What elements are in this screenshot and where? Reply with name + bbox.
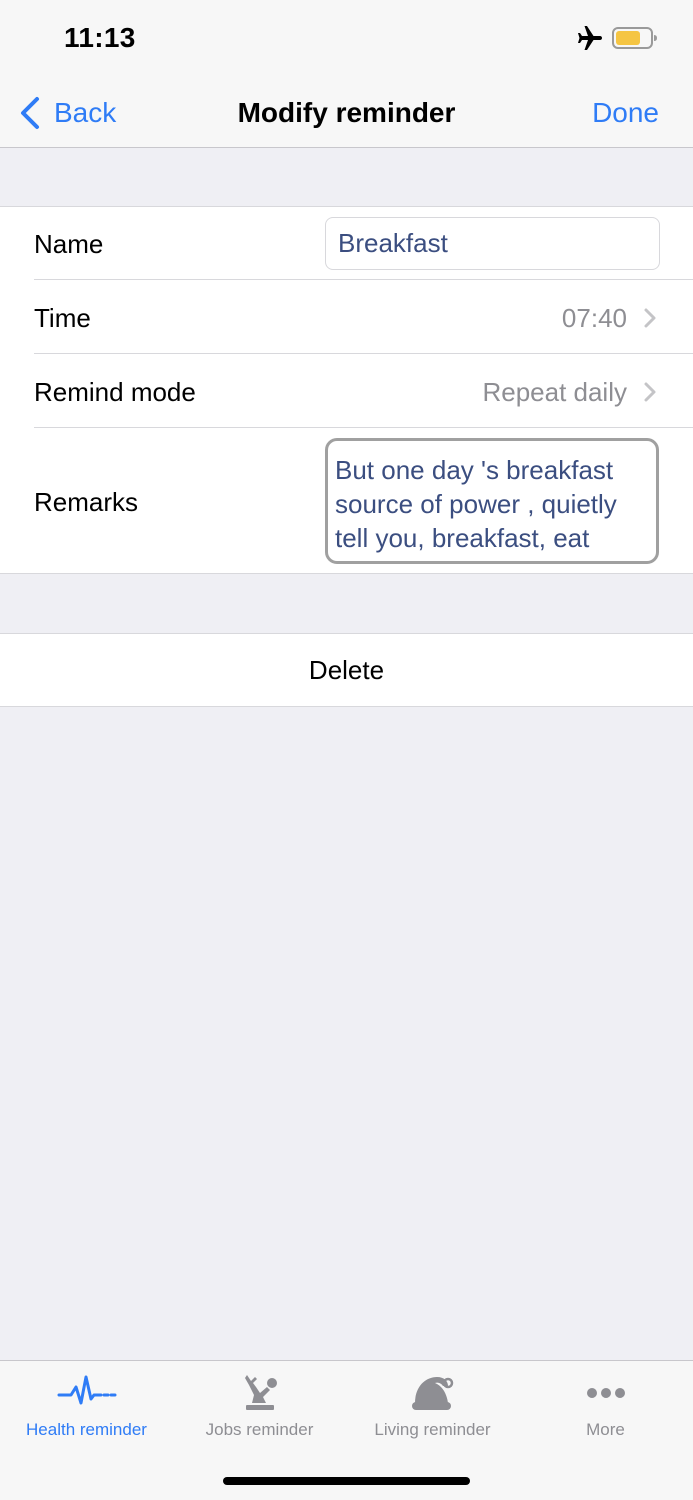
- done-button[interactable]: Done: [592, 93, 659, 133]
- tab-label: Jobs reminder: [205, 1420, 314, 1439]
- tab-label: Living reminder: [374, 1420, 491, 1439]
- chevron-right-icon: [644, 382, 656, 402]
- more-dots-icon: [586, 1388, 625, 1398]
- reminder-form: Name Breakfast Time 07:40 Remind mode Re…: [0, 206, 693, 574]
- remind-mode-row[interactable]: Remind mode Repeat daily: [0, 354, 693, 428]
- time-row[interactable]: Time 07:40: [0, 280, 693, 354]
- navigation-bar: Back Modify reminder Done: [0, 75, 693, 148]
- airplane-mode-icon: [578, 26, 602, 50]
- status-bar: 11:13: [0, 0, 693, 75]
- remind-mode-value: Repeat daily: [482, 377, 627, 407]
- page-title: Modify reminder: [237, 97, 456, 128]
- tab-jobs-reminder[interactable]: Jobs reminder: [173, 1361, 346, 1451]
- tab-health-reminder[interactable]: Health reminder: [0, 1361, 173, 1451]
- tab-label: More: [586, 1420, 625, 1439]
- battery-icon: [612, 27, 657, 49]
- remarks-textarea[interactable]: But one day 's breakfast source of power…: [325, 438, 659, 564]
- home-indicator[interactable]: [223, 1477, 470, 1485]
- remarks-label: Remarks: [34, 487, 139, 517]
- remarks-row: Remarks But one day 's breakfast source …: [0, 428, 693, 574]
- time-label: Time: [34, 303, 91, 333]
- name-field[interactable]: Breakfast: [325, 217, 660, 270]
- tab-more[interactable]: More: [519, 1361, 692, 1451]
- remind-mode-label: Remind mode: [34, 377, 196, 407]
- name-label: Name: [34, 229, 104, 259]
- time-value: 07:40: [561, 303, 627, 333]
- worker-icon: [244, 1375, 277, 1410]
- name-row: Name Breakfast: [0, 207, 693, 280]
- santa-hat-icon: [411, 1377, 453, 1410]
- delete-button[interactable]: Delete: [0, 633, 693, 707]
- tab-living-reminder[interactable]: Living reminder: [346, 1361, 519, 1451]
- status-time: 11:13: [64, 22, 136, 53]
- chevron-right-icon: [644, 308, 656, 328]
- tab-label: Health reminder: [26, 1420, 147, 1439]
- heartbeat-icon: [57, 1375, 116, 1405]
